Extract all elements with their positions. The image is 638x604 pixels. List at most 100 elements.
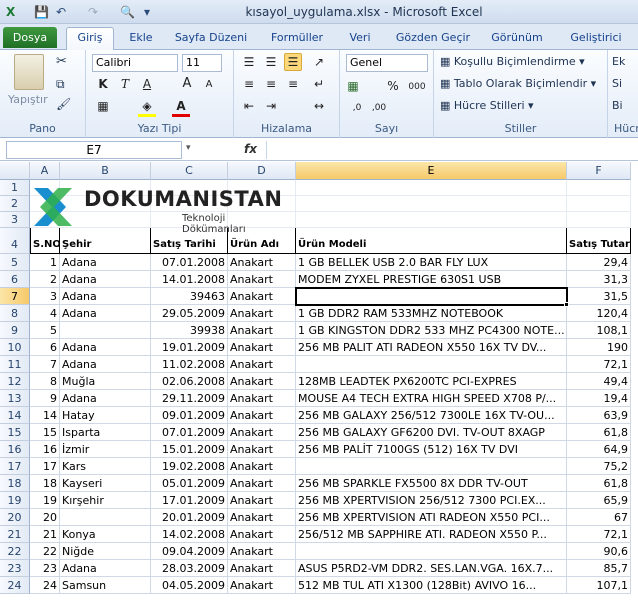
row-header-8[interactable]: 8 — [0, 305, 30, 322]
cell-d12[interactable]: Anakart — [228, 373, 296, 390]
cell-f23[interactable]: 85,7 — [567, 560, 631, 577]
increase-indent-icon[interactable]: ⇥ — [262, 98, 280, 114]
cell-e5[interactable]: 1 GB BELLEK USB 2.0 BAR FLY LUX — [296, 254, 567, 271]
cell-f1[interactable] — [567, 180, 631, 196]
worksheet-grid[interactable]: A B C D E F 1 2 3 4 S.NO Şehir Satış Tarihi Ürü… — [0, 162, 638, 604]
cell-a22[interactable]: 22 — [30, 543, 60, 560]
font-name-select[interactable]: Calibri — [92, 54, 178, 72]
cell-c19[interactable]: 17.01.2009 — [151, 492, 228, 509]
format-as-table-button[interactable]: ▦ Tablo Olarak Biçimlendir ▾ — [440, 76, 596, 92]
cell-c14[interactable]: 09.01.2009 — [151, 407, 228, 424]
percent-style-button[interactable]: % — [384, 78, 402, 94]
cell-e24[interactable]: 512 MB TUL ATI X1300 (128Bit) AVIVO 16..… — [296, 577, 567, 594]
cell-c20[interactable]: 20.01.2009 — [151, 509, 228, 526]
cell-c5[interactable]: 07.01.2008 — [151, 254, 228, 271]
cell-a20[interactable]: 20 — [30, 509, 60, 526]
row-header-5[interactable]: 5 — [0, 254, 30, 271]
cell-c16[interactable]: 15.01.2009 — [151, 441, 228, 458]
cell-e16[interactable]: 256 MB PALİT 7100GS (512) 16X TV DVI — [296, 441, 567, 458]
cell-d18[interactable]: Anakart — [228, 475, 296, 492]
cell-e2[interactable] — [296, 196, 567, 212]
name-box-dropdown-icon[interactable]: ▾ — [186, 143, 191, 153]
cell-d5[interactable]: Anakart — [228, 254, 296, 271]
cell-b17[interactable]: Kars — [60, 458, 151, 475]
row-header-3[interactable]: 3 — [0, 212, 30, 228]
cell-f5[interactable]: 29,4 — [567, 254, 631, 271]
cell-b14[interactable]: Hatay — [60, 407, 151, 424]
cell-a19[interactable]: 19 — [30, 492, 60, 509]
cell-d24[interactable]: Anakart — [228, 577, 296, 594]
cell-a14[interactable]: 14 — [30, 407, 60, 424]
cell-f13[interactable]: 19,4 — [567, 390, 631, 407]
italic-button[interactable]: T — [116, 76, 134, 92]
row-header-14[interactable]: 14 — [0, 407, 30, 424]
cell-d21[interactable]: Anakart — [228, 526, 296, 543]
cell-b15[interactable]: Isparta — [60, 424, 151, 441]
align-right-icon[interactable]: ≡ — [284, 76, 302, 92]
cell-c18[interactable]: 05.01.2009 — [151, 475, 228, 492]
cell-d20[interactable]: Anakart — [228, 509, 296, 526]
currency-format-icon[interactable]: ▦ — [344, 78, 362, 94]
column-header-c[interactable]: C — [151, 162, 228, 180]
increase-decimal-icon[interactable]: ,0 — [348, 100, 366, 116]
cell-f10[interactable]: 190 — [567, 339, 631, 356]
cell-a13[interactable]: 9 — [30, 390, 60, 407]
cell-e20[interactable]: 256 MB XPERTVISION ATI RADEON X550 PCI..… — [296, 509, 567, 526]
copy-icon[interactable]: ⧉ — [56, 76, 65, 92]
cell-f20[interactable]: 67 — [567, 509, 631, 526]
tab-page-layout[interactable]: Sayfa Düzeni — [168, 29, 254, 50]
tab-home[interactable]: Giriş — [66, 27, 114, 50]
name-box[interactable]: E7 — [6, 141, 182, 159]
cell-f14[interactable]: 63,9 — [567, 407, 631, 424]
row-header-6[interactable]: 6 — [0, 271, 30, 288]
cell-b13[interactable]: Adana — [60, 390, 151, 407]
cell-c15[interactable]: 07.01.2009 — [151, 424, 228, 441]
cell-e14[interactable]: 256 MB GALAXY 256/512 7300LE 16X TV-OU..… — [296, 407, 567, 424]
conditional-formatting-button[interactable]: ▦ Koşullu Biçimlendirme ▾ — [440, 54, 585, 70]
cell-a10[interactable]: 6 — [30, 339, 60, 356]
cell-a15[interactable]: 15 — [30, 424, 60, 441]
paste-button[interactable]: Yapıştır — [8, 92, 48, 108]
paste-icon[interactable] — [14, 54, 44, 90]
cell-b22[interactable]: Niğde — [60, 543, 151, 560]
cell-f21[interactable]: 72,1 — [567, 526, 631, 543]
cell-d19[interactable]: Anakart — [228, 492, 296, 509]
cell-f8[interactable]: 120,4 — [567, 305, 631, 322]
row-header-9[interactable]: 9 — [0, 322, 30, 339]
row-header-19[interactable]: 19 — [0, 492, 30, 509]
row-header-22[interactable]: 22 — [0, 543, 30, 560]
cell-d13[interactable]: Anakart — [228, 390, 296, 407]
comma-style-button[interactable]: 000 — [406, 79, 428, 95]
cell-c23[interactable]: 28.03.2009 — [151, 560, 228, 577]
cell-d11[interactable]: Anakart — [228, 356, 296, 373]
tab-file[interactable]: Dosya — [3, 27, 57, 48]
cell-b12[interactable]: Muğla — [60, 373, 151, 390]
cell-f9[interactable]: 108,1 — [567, 322, 631, 339]
cell-a5[interactable]: 1 — [30, 254, 60, 271]
row-header-11[interactable]: 11 — [0, 356, 30, 373]
cell-d8[interactable]: Anakart — [228, 305, 296, 322]
cell-b7[interactable]: Adana — [60, 288, 151, 305]
column-title-city[interactable]: Şehir — [60, 228, 151, 254]
column-title-amount[interactable]: Satış Tutarı — [567, 228, 631, 254]
cell-e8[interactable]: 1 GB DDR2 RAM 533MHZ NOTEBOOK — [296, 305, 567, 322]
cell-f11[interactable]: 72,1 — [567, 356, 631, 373]
align-center-icon[interactable]: ≡ — [262, 76, 280, 92]
merge-center-icon[interactable]: ↔ — [310, 98, 328, 114]
grow-font-button[interactable]: A — [178, 76, 196, 92]
cell-f15[interactable]: 61,8 — [567, 424, 631, 441]
cell-e3[interactable] — [296, 212, 567, 228]
column-header-e[interactable]: E — [296, 162, 567, 180]
row-header-4[interactable]: 4 — [0, 228, 30, 254]
cell-e18[interactable]: 256 MB SPARKLE FX5500 8X DDR TV-OUT — [296, 475, 567, 492]
cell-b18[interactable]: Kayseri — [60, 475, 151, 492]
cell-d14[interactable]: Anakart — [228, 407, 296, 424]
align-middle-icon[interactable]: ☰ — [262, 54, 280, 70]
cell-a6[interactable]: 2 — [30, 271, 60, 288]
cell-c6[interactable]: 14.01.2008 — [151, 271, 228, 288]
column-title-sno[interactable]: S.NO — [30, 228, 60, 254]
row-header-7[interactable]: 7 — [0, 288, 30, 305]
row-header-18[interactable]: 18 — [0, 475, 30, 492]
align-left-icon[interactable]: ≡ — [240, 76, 258, 92]
cell-e23[interactable]: ASUS P5RD2-VM DDR2. SES.LAN.VGA. 16X.7..… — [296, 560, 567, 577]
